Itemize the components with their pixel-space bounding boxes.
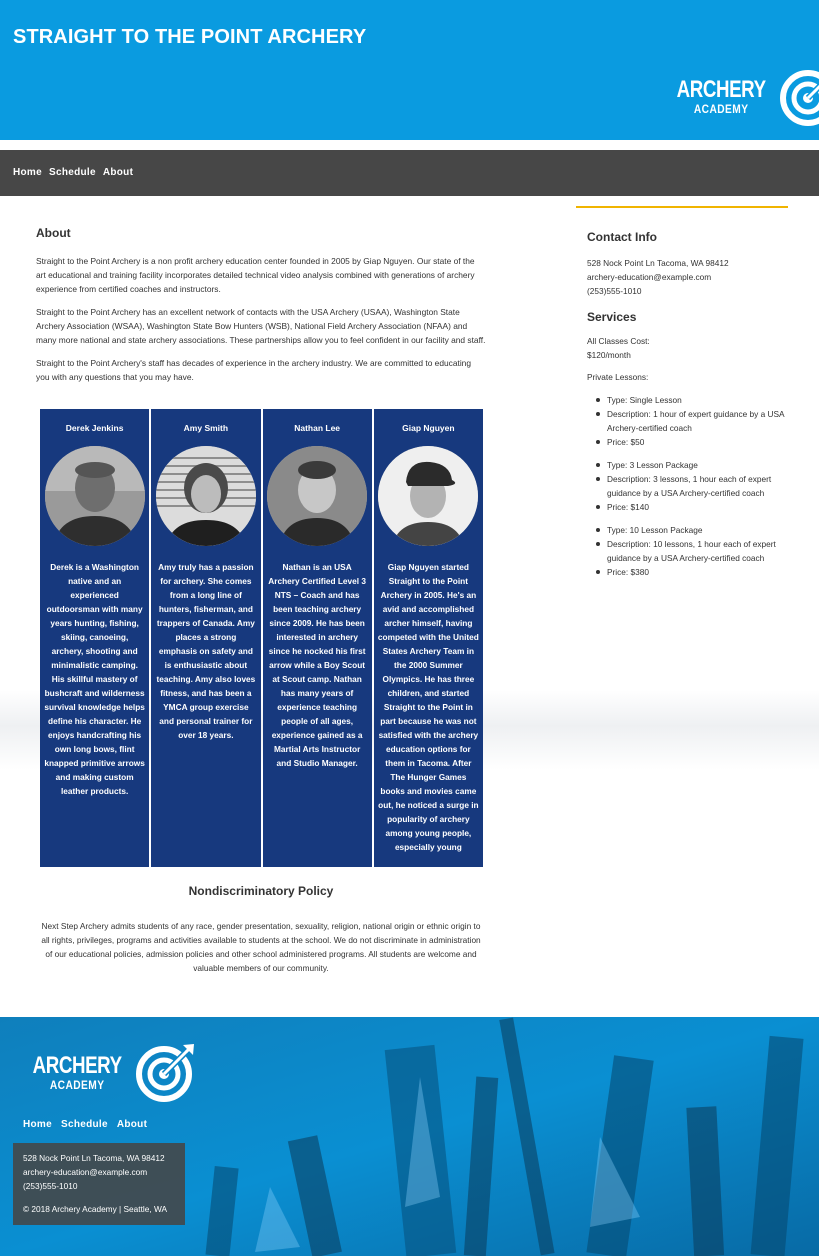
footer-copyright: © 2018 Archery Academy | Seattle, WA: [23, 1204, 168, 1214]
main-nav: Home Schedule About: [0, 150, 819, 196]
footer-nav-about[interactable]: About: [117, 1119, 147, 1130]
logo-line2: ACADEMY: [49, 1077, 105, 1092]
staff-card: Amy Smith Amy truly has a passion for ar…: [151, 409, 261, 867]
policy-text: Next Step Archery admits students of any…: [41, 921, 481, 973]
nav-about[interactable]: About: [103, 167, 133, 178]
staff-card: Derek Jenkins Derek is a Washington nati…: [40, 409, 150, 867]
policy-heading: Nondiscriminatory Policy: [188, 884, 334, 898]
logo-line1: ARCHERY: [676, 75, 767, 103]
site-footer: ARCHERY ACADEMY Home Schedule About 528 …: [0, 1017, 819, 1256]
private-lessons-label: Private Lessons:: [587, 372, 649, 382]
lesson-price: Price: $50: [596, 435, 788, 449]
about-paragraph: Straight to the Point Archery's staff ha…: [36, 358, 472, 382]
lesson-price: Price: $140: [596, 500, 788, 514]
footer-contact-box: 528 Nock Point Ln Tacoma, WA 98412 arche…: [13, 1143, 185, 1225]
cost-label: All Classes Cost:: [587, 336, 650, 346]
contact-address: 528 Nock Point Ln Tacoma, WA 98412: [587, 258, 729, 268]
nav-home[interactable]: Home: [13, 167, 42, 178]
services-heading: Services: [587, 310, 637, 324]
footer-phone[interactable]: (253)555-1010: [23, 1179, 185, 1193]
lesson-type: Type: 10 Lesson Package: [596, 523, 788, 537]
target-arrow-icon: [780, 70, 819, 126]
staff-card: Nathan Lee Nathan is an USA Archery Cert…: [262, 409, 372, 867]
lesson-type: Type: 3 Lesson Package: [596, 458, 788, 472]
staff-photo: [267, 446, 368, 546]
staff-grid: Derek Jenkins Derek is a Washington nati…: [40, 409, 483, 867]
logo-line2: ACADEMY: [693, 101, 749, 116]
sidebar: Contact Info 528 Nock Point Ln Tacoma, W…: [576, 206, 788, 579]
about-paragraph: Straight to the Point Archery is a non p…: [36, 256, 475, 294]
site-header: STRAIGHT TO THE POINT ARCHERY ARCHERY AC…: [0, 0, 819, 140]
staff-name: Derek Jenkins: [65, 423, 124, 433]
staff-bio: Nathan is an USA Archery Certified Level…: [268, 562, 366, 768]
lesson-list: Type: 10 Lesson Package Description: 10 …: [596, 523, 788, 579]
lesson-list: Type: Single Lesson Description: 1 hour …: [596, 393, 788, 449]
lesson-description: Description: 1 hour of expert guidance b…: [596, 407, 788, 435]
contact-heading: Contact Info: [587, 230, 657, 244]
about-section: About Straight to the Point Archery is a…: [36, 226, 486, 393]
contact-phone[interactable]: (253)555-1010: [587, 284, 788, 298]
footer-nav-home[interactable]: Home: [23, 1119, 52, 1130]
nav-schedule[interactable]: Schedule: [49, 167, 96, 178]
about-heading: About: [36, 226, 71, 240]
staff-bio: Giap Nguyen started Straight to the Poin…: [377, 562, 479, 852]
contact-email[interactable]: archery-education@example.com: [587, 270, 788, 284]
staff-photo: [378, 446, 479, 546]
staff-card: Giap Nguyen Giap Nguyen started Straight…: [373, 409, 483, 867]
policy-section: Nondiscriminatory Policy Next Step Arche…: [36, 884, 486, 975]
header-logo[interactable]: ARCHERY ACADEMY: [664, 66, 819, 126]
staff-name: Nathan Lee: [294, 423, 341, 433]
staff-name: Amy Smith: [183, 423, 229, 433]
footer-nav-schedule[interactable]: Schedule: [61, 1119, 108, 1130]
footer-email[interactable]: archery-education@example.com: [23, 1165, 185, 1179]
footer-logo[interactable]: ARCHERY ACADEMY: [20, 1042, 196, 1102]
lesson-description: Description: 3 lessons, 1 hour each of e…: [596, 472, 788, 500]
logo-line1: ARCHERY: [32, 1051, 123, 1079]
site-title: STRAIGHT TO THE POINT ARCHERY: [13, 26, 367, 48]
staff-bio: Derek is a Washington native and an expe…: [44, 562, 145, 796]
lesson-type: Type: Single Lesson: [596, 393, 788, 407]
about-paragraph: Straight to the Point Archery has an exc…: [36, 307, 486, 345]
footer-address: 528 Nock Point Ln Tacoma, WA 98412: [23, 1153, 165, 1163]
lesson-price: Price: $380: [596, 565, 788, 579]
staff-bio: Amy truly has a passion for archery. She…: [156, 562, 256, 740]
lesson-list: Type: 3 Lesson Package Description: 3 le…: [596, 458, 788, 514]
cost-value: $120/month: [587, 350, 631, 360]
staff-photo: [44, 446, 145, 546]
staff-photo: [155, 446, 256, 546]
staff-name: Giap Nguyen: [402, 423, 455, 433]
target-arrow-icon: [136, 1044, 195, 1102]
lesson-description: Description: 10 lessons, 1 hour each of …: [596, 537, 788, 565]
